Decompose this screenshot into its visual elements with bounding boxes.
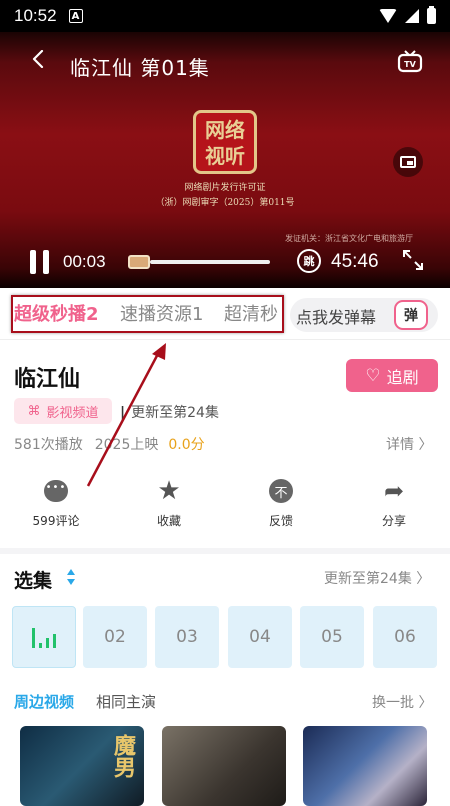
video-player[interactable]: 临江仙 第01集 TV 网络视听 网络剧片发行许可证 （浙）网剧审字（2025）…: [0, 32, 450, 288]
related-thumbnails: 魔男: [0, 726, 450, 806]
follow-button[interactable]: ♡ 追剧: [346, 359, 438, 392]
sort-icon[interactable]: [66, 568, 76, 586]
feedback-icon: 不: [269, 479, 293, 503]
status-time: 10:52: [14, 6, 57, 25]
back-icon[interactable]: [30, 50, 48, 68]
related-video-thumb[interactable]: [303, 726, 427, 806]
status-right: [379, 6, 436, 24]
total-duration: 45:46: [331, 251, 379, 272]
license-line-2: （浙）网剧审字（2025）第011号: [155, 198, 295, 208]
pip-icon: [400, 156, 416, 168]
episode-item-06[interactable]: 06: [373, 606, 437, 668]
episode-item-03[interactable]: 03: [155, 606, 219, 668]
favorite-button[interactable]: ★ 收藏: [124, 476, 214, 529]
episode-item-01[interactable]: [12, 606, 76, 668]
episodes-title: 选集: [14, 570, 53, 592]
source-bar: 超级秒播2 速播资源1 超清秒 点我发弹幕 弹: [0, 288, 450, 340]
playing-equalizer-icon: [32, 626, 56, 648]
share-button[interactable]: ➦ 分享: [349, 476, 439, 529]
channel-icon: ⌘: [27, 403, 41, 419]
episode-item-05[interactable]: 05: [300, 606, 364, 668]
danmu-prompt: 点我发弹幕: [296, 308, 377, 327]
svg-text:TV: TV: [404, 60, 416, 69]
follow-label: 追剧: [386, 367, 419, 387]
skip-intro-button[interactable]: 跳: [297, 249, 321, 273]
license-line-1: 网络剧片发行许可证: [184, 183, 266, 193]
wifi-icon: [379, 9, 397, 23]
heart-icon: ♡: [365, 365, 381, 386]
show-title: 临江仙: [14, 367, 81, 392]
progress-thumb[interactable]: [128, 255, 150, 269]
battery-icon: [427, 6, 436, 24]
related-video-thumb[interactable]: [162, 726, 286, 806]
notification-a-icon: A: [68, 9, 83, 23]
feedback-label: 反馈: [268, 514, 293, 528]
episode-list: 02 03 04 05 06: [0, 606, 450, 668]
play-count: 581次播放: [14, 437, 83, 453]
favorite-label: 收藏: [156, 514, 181, 528]
episodes-update-link[interactable]: 更新至第24集 〉: [324, 568, 430, 588]
pause-button[interactable]: [30, 250, 50, 274]
tab-same-cast[interactable]: 相同主演: [96, 693, 156, 711]
share-icon: ➦: [383, 477, 405, 505]
release-year: 2025上映: [94, 437, 159, 453]
channel-tag[interactable]: ⌘ 影视频道: [14, 398, 112, 424]
related-tabs: 周边视频 相同主演: [14, 691, 156, 712]
thumb-title-art: 魔男: [110, 734, 135, 778]
update-info: | 更新至第24集: [120, 405, 219, 421]
refresh-batch-link[interactable]: 换一批 〉: [372, 692, 432, 712]
danmu-input[interactable]: 点我发弹幕 弹: [290, 298, 438, 332]
episode-item-04[interactable]: 04: [228, 606, 292, 668]
progress-track[interactable]: [150, 260, 270, 264]
license-seal-logo: 网络视听: [193, 110, 257, 174]
update-info-text: 更新至第24集: [131, 405, 219, 421]
score: 0.0分: [168, 437, 205, 453]
comment-icon: •••: [44, 480, 68, 502]
share-label: 分享: [381, 514, 406, 528]
cellular-icon: [405, 9, 419, 23]
feedback-button[interactable]: 不 反馈: [236, 476, 326, 529]
action-row: ••• 599评论 ★ 收藏 不 反馈 ➦ 分享: [0, 476, 450, 536]
fullscreen-icon[interactable]: [402, 249, 424, 271]
related-video-thumb[interactable]: 魔男: [20, 726, 144, 806]
episode-item-02[interactable]: 02: [83, 606, 147, 668]
danmu-toggle-icon[interactable]: 弹: [394, 300, 428, 330]
details-link[interactable]: 详情 〉: [386, 434, 432, 454]
license-issuer: 发证机关：浙江省文化广电和旅游厅: [285, 234, 413, 243]
player-title: 临江仙 第01集: [70, 56, 210, 80]
picture-in-picture-button[interactable]: [393, 147, 423, 177]
show-stats: 581次播放 2025上映 0.0分: [14, 434, 205, 454]
tab-related-videos[interactable]: 周边视频: [14, 693, 74, 711]
cast-tv-icon[interactable]: TV: [397, 50, 423, 74]
section-divider: [0, 548, 450, 554]
star-icon: ★: [157, 476, 181, 506]
annotation-highlight-box: [11, 295, 284, 333]
comment-button[interactable]: ••• 599评论: [11, 476, 101, 529]
status-bar: 10:52 A: [0, 0, 450, 32]
current-time: 00:03: [63, 252, 106, 271]
channel-label: 影视频道: [46, 405, 99, 421]
comment-label: 599评论: [32, 514, 80, 528]
